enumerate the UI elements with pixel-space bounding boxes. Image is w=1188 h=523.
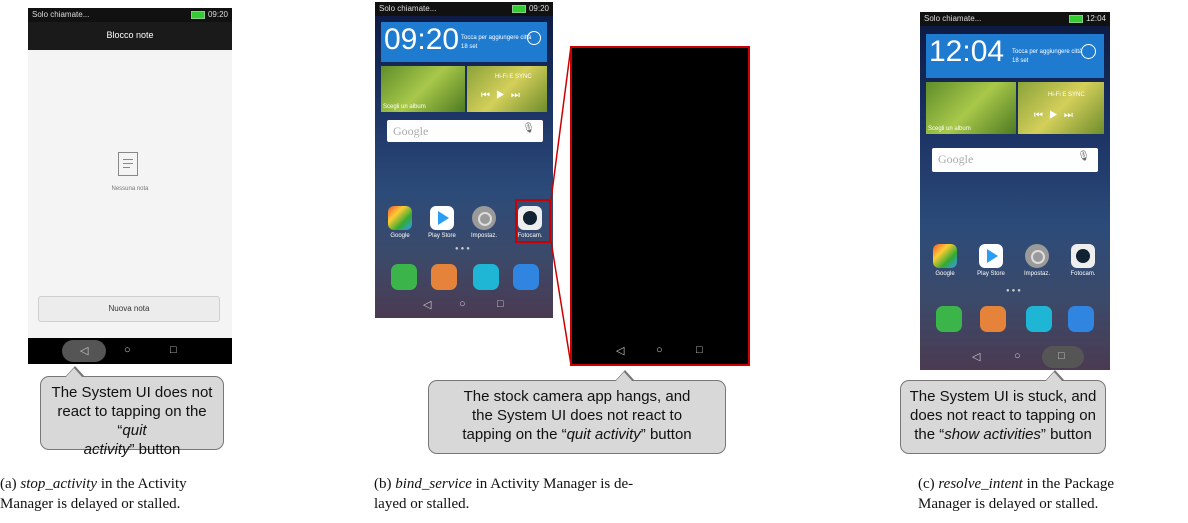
clock-tile[interactable]: 12:04 Tocca per aggiungere città 18 set [926,34,1104,78]
search-bar[interactable]: Google 🎙 [932,148,1098,172]
app-label: Google [935,271,955,277]
status-bar: Solo chiamate... 12:04 [920,12,1110,26]
folder-icon [933,244,957,268]
sun-icon [1081,44,1096,59]
phone-c: Solo chiamate... 12:04 12:04 Tocca per a… [920,12,1110,370]
clock-sub1: Tocca per aggiungere città [1012,49,1083,55]
settings-icon [1025,244,1049,268]
phone-icon[interactable] [936,306,962,332]
caption-c-label: (c) [918,476,939,492]
messages-icon[interactable] [1026,306,1052,332]
play-store-icon [979,244,1003,268]
browser-icon[interactable] [1068,306,1094,332]
music-tile[interactable]: Hi-Fi E SYNC ⏮▶⏭ [1018,82,1104,134]
status-time: 12:04 [1085,14,1106,23]
status-right: 12:04 [1068,14,1106,23]
caption-c-rest1: in the Package [1022,476,1115,492]
callout-b-line2: the System UI does not react to [471,407,683,424]
nav-bar: ◁ ○ □ [572,338,748,364]
back-icon[interactable]: ◁ [972,350,980,363]
callout-c-line2: does not react to tapping on [910,407,1096,424]
caption-c-rest2: Manager is delayed or stalled. [918,496,1099,512]
app-settings[interactable]: Impostaz. [1020,244,1054,277]
clock-sub2: 18 set [1012,58,1029,64]
app-google[interactable]: Google [928,244,962,277]
app-label: Impostaz. [1023,271,1050,277]
callout-c: The System UI is stuck, and does not rea… [900,370,1106,454]
nav-bar: ◁ ○ □ [920,344,1110,370]
clock-time: 12:04 [929,35,1005,68]
app-camera[interactable]: Fotocam. [1066,244,1100,277]
caption-b-label: (b) [374,476,396,492]
back-icon[interactable]: ◁ [616,344,624,357]
callout-c-line3a: the “ [914,426,945,443]
home-icon[interactable]: ○ [656,344,663,356]
callout-c-em: show activities [944,426,1041,443]
album-tile[interactable]: Scegli un album [926,82,1016,134]
media-controls-icon[interactable]: ⏮▶⏭ [1034,110,1079,121]
music-label: Hi-Fi E SYNC [1048,92,1085,98]
caption-b-rest1: in Activity Manager is de- [471,476,634,492]
callout-c-line3b: ” button [1040,426,1092,443]
callout-b-em: quit activity [566,426,641,443]
page-indicator: ●●● [1006,288,1023,294]
app-label: Play Store [977,271,1005,277]
recent-icon[interactable]: □ [1058,350,1065,362]
app-play-store[interactable]: Play Store [974,244,1008,277]
app-label: Fotocam. [1070,271,1096,277]
caption-c-em: resolve_intent [938,476,1023,492]
caption-b-em: bind_service [395,476,472,492]
status-left: Solo chiamate... [924,14,982,23]
home-icon[interactable]: ○ [1014,350,1021,362]
contacts-icon[interactable] [980,306,1006,332]
zoomed-camera-screen: ◁ ○ □ [570,46,750,366]
recent-icon[interactable]: □ [696,344,703,356]
caption-b-rest2: layed or stalled. [374,496,470,512]
caption-c: (c) resolve_intent in the Package Manage… [918,474,1186,514]
callout-c-line1: The System UI is stuck, and [909,388,1097,405]
camera-icon [1071,244,1095,268]
caption-b: (b) bind_service in Activity Manager is … [374,474,774,514]
callout-b-line3b: ” button [640,426,692,443]
album-label: Scegli un album [928,126,971,132]
search-label: Google [938,152,974,166]
callout-b-line3a: tapping on the “ [462,426,567,443]
callout-b-line1: The stock camera app hangs, and [463,388,691,405]
battery-icon [1068,14,1083,23]
callout-b: The stock camera app hangs, and the Syst… [428,370,726,454]
mic-icon[interactable]: 🎙 [1077,151,1090,162]
